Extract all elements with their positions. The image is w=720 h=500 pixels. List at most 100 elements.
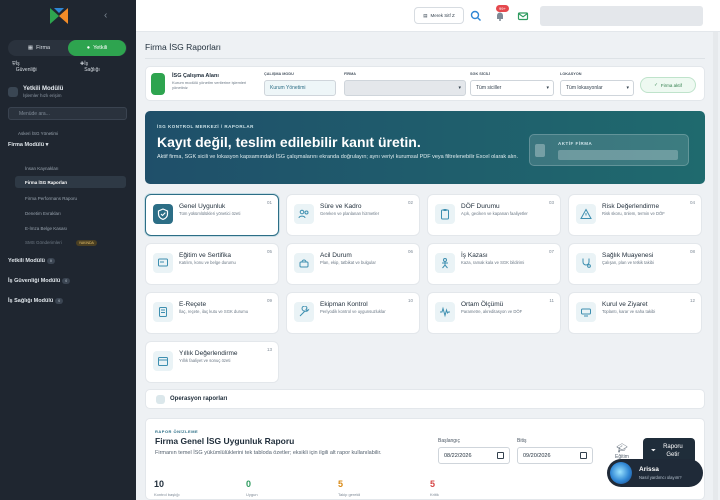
report-card[interactable]: Genel Uygunluk Tüm yükümlülükleri yönetic… — [145, 194, 279, 236]
tab-yetkili[interactable]: ● Yetkili — [68, 40, 126, 56]
card-desc: Gereken ve planlanan hizmetler — [320, 211, 380, 216]
filter-icon: ⏷ — [651, 448, 656, 454]
card-desc: Parametre, akreditasyon ve DÖF — [461, 309, 523, 314]
report-card[interactable]: İş Kazası Kaza, ramak kala ve SGK bildiri… — [427, 243, 561, 285]
mail-icon[interactable] — [517, 10, 529, 22]
calendar-icon — [497, 452, 504, 459]
sidebar-section-is-guvenligi[interactable]: İş Güvenliği Modülü 0 — [8, 278, 71, 284]
stethoscope-icon — [576, 253, 596, 273]
card-title: Kurul ve Ziyaret — [602, 301, 648, 308]
sidebar-item-firma-modulu[interactable]: Firma Modülü ▾ — [8, 142, 48, 148]
report-card[interactable]: Sağlık Muayenesi Çalışan, plan ve tetkik … — [568, 243, 702, 285]
sgk-select[interactable]: Tüm siciller ▾ — [470, 80, 554, 96]
card-title: Risk Değerlendirme — [602, 203, 660, 210]
card-title: Yıllık Değerlendirme — [179, 350, 238, 357]
workspace-icon — [151, 73, 165, 95]
firma-active-button[interactable]: ✓ Firma aktif — [640, 77, 696, 93]
mode-select[interactable]: Kurum Yönetimi — [264, 80, 336, 96]
card-number: 10 — [407, 298, 413, 303]
firma-select[interactable]: ▾ — [344, 80, 466, 96]
stat-value: 0 — [246, 479, 252, 489]
report-card[interactable]: Süre ve Kadro Gereken ve planlanan hizmet… — [286, 194, 420, 236]
sidebar-item-sms[interactable]: SMS Gönderimleri YAKINDA — [25, 240, 97, 246]
stat-value: 5 — [338, 479, 344, 489]
card-desc: Katılım, konu ve belge durumu — [179, 260, 236, 265]
card-number: 02 — [407, 200, 413, 205]
check-icon: ✓ — [654, 82, 658, 87]
card-desc: Plan, ekip, tatbikat ve bulgular — [320, 260, 376, 265]
sidebar-item-performans[interactable]: Firma Performans Raporu — [25, 196, 77, 201]
emergency-icon — [294, 253, 314, 273]
firma-selector-chip[interactable]: ▤ Merek Sitf Z — [414, 7, 464, 24]
document-icon — [535, 144, 545, 157]
sidebar-section-is-sagligi[interactable]: İş Sağlığı Modülü 0 — [8, 298, 64, 304]
operations-section[interactable]: Operasyon raporları — [145, 389, 705, 409]
list-icon — [156, 395, 165, 404]
hero-text: Aktif firma, SGK sicili ve lokasyon kaps… — [157, 154, 519, 160]
card-title: Ortam Ölçümü — [461, 301, 504, 308]
card-number: 08 — [689, 249, 695, 254]
stat-label: Kontrol başlığı — [154, 492, 180, 497]
chevron-down-icon: ▾ — [45, 142, 49, 148]
start-date-input[interactable]: 08/22/2026 — [438, 447, 510, 464]
report-card[interactable]: Kurul ve Ziyaret Toplantı, karar ve saha … — [568, 292, 702, 334]
certificate-icon — [153, 253, 173, 273]
tab-firma[interactable]: ▦ Firma — [10, 40, 68, 56]
filter-panel: İSG Çalışma Alanı Kurum modülü yönetim v… — [145, 66, 705, 101]
report-card[interactable]: E-Reçete İlaç, reçete, ilaç kutu ve SGK d… — [145, 292, 279, 334]
card-title: E-Reçete — [179, 301, 207, 308]
card-desc: İlaç, reçete, ilaç kutu ve SGK durumu — [179, 309, 249, 314]
sidebar-item-e-imza[interactable]: E-İmza Belge Kasası — [25, 226, 67, 231]
operations-title: Operasyon raporları — [170, 396, 228, 402]
report-card[interactable]: DÖF Durumu Açık, geciken ve kapanan faali… — [427, 194, 561, 236]
stat-value: 5 — [430, 479, 436, 489]
report-card[interactable]: Eğitim ve Sertifika Katılım, konu ve belg… — [145, 243, 279, 285]
building-icon: ▤ — [423, 12, 428, 18]
hero-title: Kayıt değil, teslim edilebilir kanıt üre… — [157, 134, 421, 150]
user-profile-box[interactable] — [540, 6, 703, 26]
subtab-is-guvenligi[interactable]: ⛨ İş Güvenliği — [12, 61, 37, 73]
soon-badge: YAKINDA — [75, 240, 97, 246]
assistant-chat-widget[interactable]: Arissa Nasıl yardımcı olayım? — [607, 459, 703, 487]
card-number: 01 — [266, 200, 272, 205]
building-icon: ▦ — [27, 45, 34, 51]
subtab-is-sagligi[interactable]: ✚ İş Sağlığı — [80, 61, 100, 73]
waveform-icon — [435, 302, 455, 322]
report-card[interactable]: Ortam Ölçümü Parametre, akreditasyon ve D… — [427, 292, 561, 334]
card-number: 03 — [548, 200, 554, 205]
chevron-down-icon: ▾ — [626, 85, 629, 91]
hero-eyebrow: İSG KONTROL MERKEZİ / RAPORLAR — [157, 124, 254, 129]
report-card[interactable]: Risk Değerlendirme Risk skoru, önlem, ter… — [568, 194, 702, 236]
sidebar-item-insan-kaynaklari[interactable]: İnsan Kaynakları — [25, 166, 59, 171]
search-icon[interactable] — [470, 10, 482, 22]
sidebar-section-yetkili[interactable]: Yetkili Modülü 0 — [8, 258, 55, 264]
report-card[interactable]: Ekipman Kontrol Periyodik kontrol ve uygu… — [286, 292, 420, 334]
sidebar-search-input[interactable]: Menüde ara... — [8, 107, 127, 120]
sidebar-item-denetim[interactable]: Denetim Evrakları — [25, 211, 61, 216]
report-card[interactable]: Acil Durum Plan, ekip, tatbikat ve bulgul… — [286, 243, 420, 285]
card-title: Süre ve Kadro — [320, 203, 362, 210]
app-logo[interactable] — [48, 6, 70, 26]
sidebar-item-firma-isg-raporlari[interactable]: Firma İSG Raporları — [25, 180, 67, 185]
card-title: Ekipman Kontrol — [320, 301, 368, 308]
graduation-cap-icon: 🎓︎ — [616, 443, 628, 453]
location-select[interactable]: Tüm lokasyonlar ▾ — [560, 80, 634, 96]
warning-icon — [576, 204, 596, 224]
card-desc: Toplantı, karar ve saha takibi — [602, 309, 656, 314]
user-icon: ● — [86, 45, 91, 51]
report-card[interactable]: Yıllık Değerlendirme Yıllık faaliyet ve s… — [145, 341, 279, 383]
sidebar-item-askeri[interactable]: Askeri İSG Yönetimi — [18, 131, 58, 136]
collapse-icon[interactable]: ‹ — [104, 10, 107, 21]
card-desc: Risk skoru, önlem, termin ve DÖF — [602, 211, 665, 216]
stat-value: 10 — [154, 479, 165, 489]
stat-label: Takip gerekli — [338, 492, 361, 497]
card-title: Acil Durum — [320, 252, 352, 259]
prescription-icon — [153, 302, 173, 322]
shield-icon — [153, 204, 173, 224]
end-date-input[interactable]: 09/20/2026 — [517, 447, 593, 464]
scrollbar[interactable] — [713, 32, 718, 500]
card-desc: Çalışan, plan ve tetkik takibi — [602, 260, 654, 265]
card-title: Genel Uygunluk — [179, 203, 226, 210]
clipboard-icon — [435, 204, 455, 224]
preview-title: Firma Genel İSG Uygunluk Raporu — [155, 436, 295, 446]
